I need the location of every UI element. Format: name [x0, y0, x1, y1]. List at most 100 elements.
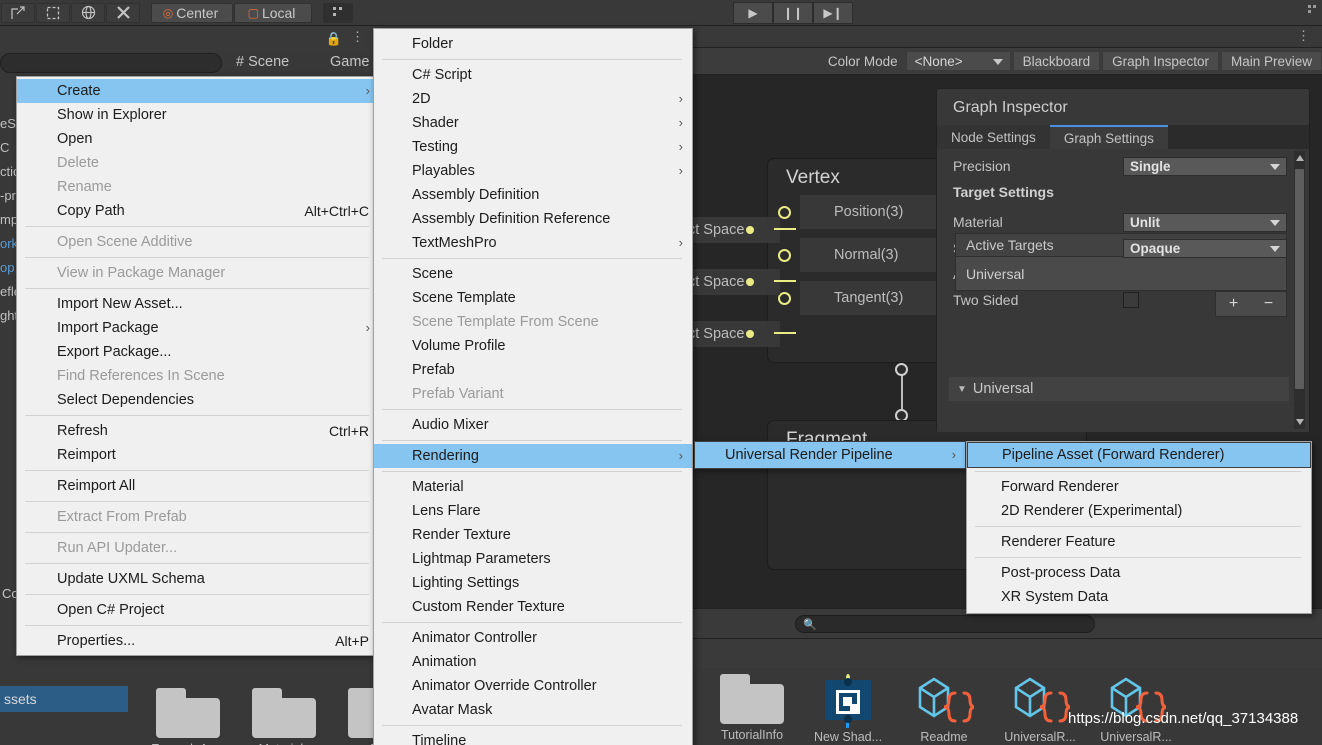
- menu-item-forward-renderer[interactable]: Forward Renderer: [967, 475, 1311, 499]
- menu-item-render-texture[interactable]: Render Texture: [374, 523, 692, 547]
- blackboard-button[interactable]: Blackboard: [1012, 51, 1101, 71]
- scrollbar-thumb[interactable]: [1295, 169, 1304, 389]
- menu-item-universal-render-pipeline[interactable]: Universal Render Pipeline ›: [695, 442, 965, 468]
- kebab-menu-icon[interactable]: ⋮: [351, 30, 364, 44]
- menu-item-import-new-asset[interactable]: Import New Asset...: [17, 292, 379, 316]
- port-pin[interactable]: [778, 248, 791, 262]
- menu-item-folder[interactable]: Folder: [374, 32, 692, 56]
- menu-item-reimport[interactable]: Reimport: [17, 443, 379, 467]
- tab-game[interactable]: Game: [330, 54, 370, 70]
- asset-item[interactable]: ExampleAs...: [140, 688, 236, 745]
- menu-item-custom-render-texture[interactable]: Custom Render Texture: [374, 595, 692, 619]
- menu-item-textmeshpro[interactable]: TextMeshPro ›: [374, 231, 692, 255]
- play-icon[interactable]: ▶: [733, 2, 773, 24]
- asset-item[interactable]: Materials: [236, 688, 332, 745]
- chip-pin[interactable]: [746, 226, 754, 234]
- menu-item-audio-mixer[interactable]: Audio Mixer: [374, 413, 692, 437]
- menu-item-csharp-script[interactable]: C# Script: [374, 63, 692, 87]
- space-chip[interactable]: ct Space: [680, 217, 780, 243]
- main-preview-button[interactable]: Main Preview: [1220, 51, 1322, 71]
- menu-item-animator-override-controller[interactable]: Animator Override Controller: [374, 674, 692, 698]
- project-asset-grid[interactable]: TutorialInfo New Shad... Readme Universa…: [690, 668, 1322, 745]
- menu-item-properties[interactable]: Properties... Alt+P: [17, 629, 379, 653]
- space-chip[interactable]: ct Space: [680, 269, 780, 295]
- menu-item-lens-flare[interactable]: Lens Flare: [374, 499, 692, 523]
- menu-item-export-package[interactable]: Export Package...: [17, 340, 379, 364]
- transform-tool-icon[interactable]: [71, 2, 105, 23]
- graph-inspector-scrollbar[interactable]: [1294, 151, 1305, 429]
- menu-item-renderer-feature[interactable]: Renderer Feature: [967, 530, 1311, 554]
- scroll-down-icon[interactable]: [1296, 419, 1304, 425]
- menu-item-2d[interactable]: 2D ›: [374, 87, 692, 111]
- menu-item-open-csharp-project[interactable]: Open C# Project: [17, 598, 379, 622]
- menu-item-volume-profile[interactable]: Volume Profile: [374, 334, 692, 358]
- menu-item-reimport-all[interactable]: Reimport All: [17, 474, 379, 498]
- menu-item-animator-controller[interactable]: Animator Controller: [374, 626, 692, 650]
- custom-tool-icon[interactable]: [106, 2, 140, 23]
- menu-item-playables[interactable]: Playables ›: [374, 159, 692, 183]
- step-icon[interactable]: ▶❙: [813, 2, 853, 24]
- menu-item-refresh[interactable]: Refresh Ctrl+R: [17, 419, 379, 443]
- layers-kebab-icon[interactable]: [1306, 3, 1320, 22]
- menu-item-testing[interactable]: Testing ›: [374, 135, 692, 159]
- menu-item-shader[interactable]: Shader ›: [374, 111, 692, 135]
- menu-item-lightmap-parameters[interactable]: Lightmap Parameters: [374, 547, 692, 571]
- project-tree-assets-row[interactable]: ssets: [0, 686, 128, 712]
- color-mode-dropdown[interactable]: <None>: [905, 51, 1011, 71]
- rendering-submenu[interactable]: Universal Render Pipeline ›: [694, 441, 966, 469]
- menu-item-prefab[interactable]: Prefab: [374, 358, 692, 382]
- add-target-button[interactable]: +: [1229, 295, 1238, 313]
- search-input[interactable]: 🔍: [795, 615, 1095, 633]
- asset-item[interactable]: UniversalR...: [1088, 674, 1184, 744]
- menu-item-pipeline-asset-forward-renderer[interactable]: Pipeline Asset (Forward Renderer): [967, 442, 1311, 468]
- tab-scene[interactable]: # Scene: [236, 54, 289, 70]
- handle-space-button[interactable]: ▢ Local: [234, 2, 312, 23]
- menu-item-scene[interactable]: Scene: [374, 262, 692, 286]
- menu-item-post-process-data[interactable]: Post-process Data: [967, 561, 1311, 585]
- chip-pin[interactable]: [746, 278, 754, 286]
- asset-item[interactable]: New Shad...: [800, 674, 896, 744]
- scroll-up-icon[interactable]: [1296, 155, 1304, 161]
- menu-item-lighting-settings[interactable]: Lighting Settings: [374, 571, 692, 595]
- menu-item-show-in-explorer[interactable]: Show in Explorer: [17, 103, 379, 127]
- tab-node-settings[interactable]: Node Settings: [937, 125, 1050, 149]
- create-submenu[interactable]: Folder C# Script 2D › Shader › Testing › Pl…: [373, 28, 693, 745]
- chip-pin[interactable]: [746, 330, 754, 338]
- kebab-menu-icon[interactable]: ⋮: [1297, 29, 1310, 43]
- pause-icon[interactable]: ❙❙: [773, 2, 813, 24]
- menu-item-avatar-mask[interactable]: Avatar Mask: [374, 698, 692, 722]
- space-chip[interactable]: ct Space: [680, 321, 780, 347]
- material-dropdown[interactable]: Unlit: [1123, 212, 1287, 232]
- menu-item-update-uxml-schema[interactable]: Update UXML Schema: [17, 567, 379, 591]
- menu-item-material[interactable]: Material: [374, 475, 692, 499]
- universal-foldout[interactable]: ▼ Universal: [949, 377, 1289, 401]
- lock-icon[interactable]: 🔒: [326, 31, 342, 47]
- asset-item[interactable]: TutorialInfo: [704, 674, 800, 742]
- menu-item-import-package[interactable]: Import Package ›: [17, 316, 379, 340]
- urp-submenu[interactable]: Pipeline Asset (Forward Renderer) Forwar…: [966, 441, 1312, 614]
- precision-dropdown[interactable]: Single: [1123, 156, 1287, 176]
- menu-item-open[interactable]: Open: [17, 127, 379, 151]
- menu-item-create[interactable]: Create ›: [17, 79, 379, 103]
- rect-tool-icon[interactable]: [36, 2, 70, 23]
- menu-item-rendering[interactable]: Rendering ›: [374, 444, 692, 468]
- menu-item-select-dependencies[interactable]: Select Dependencies: [17, 388, 379, 412]
- menu-item-assembly-definition[interactable]: Assembly Definition: [374, 183, 692, 207]
- graph-inspector-button[interactable]: Graph Inspector: [1102, 51, 1219, 71]
- remove-target-button[interactable]: −: [1264, 295, 1273, 313]
- project-search-input[interactable]: [0, 53, 222, 73]
- menu-item-2d-renderer-experimental[interactable]: 2D Renderer (Experimental): [967, 499, 1311, 523]
- asset-item[interactable]: Readme: [896, 674, 992, 744]
- menu-item-animation[interactable]: Animation: [374, 650, 692, 674]
- menu-item-scene-template[interactable]: Scene Template: [374, 286, 692, 310]
- menu-item-assembly-definition-reference[interactable]: Assembly Definition Reference: [374, 207, 692, 231]
- asset-item[interactable]: UniversalR...: [992, 674, 1088, 744]
- asset-context-menu[interactable]: Create › Show in Explorer Open Delete Re…: [16, 76, 380, 656]
- menu-item-timeline[interactable]: Timeline: [374, 729, 692, 745]
- connector-handle[interactable]: [895, 363, 908, 376]
- move-tool-icon[interactable]: [1, 2, 35, 23]
- tab-graph-settings[interactable]: Graph Settings: [1049, 125, 1168, 149]
- target-list-item[interactable]: Universal: [955, 257, 1287, 291]
- pivot-mode-button[interactable]: ◎ Center: [151, 2, 233, 23]
- snap-icon[interactable]: [323, 2, 353, 23]
